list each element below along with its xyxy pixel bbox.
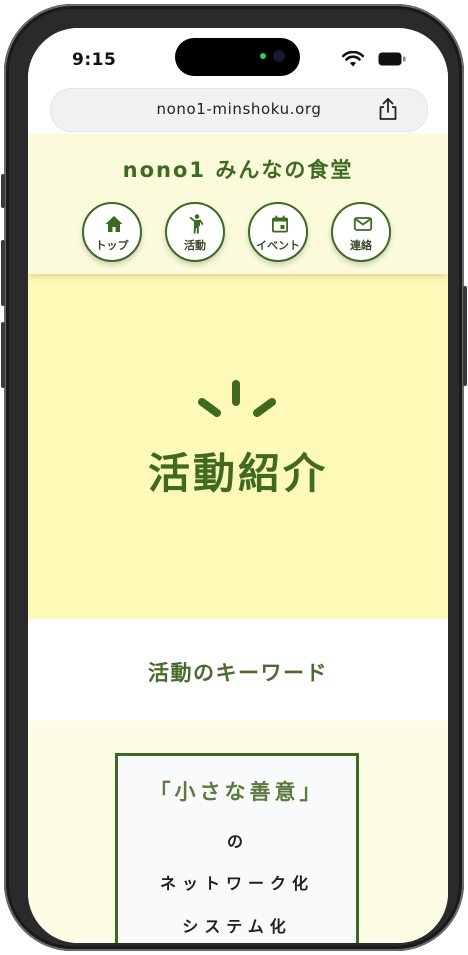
nav-label-top: トップ — [95, 239, 129, 252]
keyword-line: の — [226, 832, 247, 851]
front-camera — [273, 50, 285, 62]
person-walking-icon — [189, 214, 204, 234]
silent-switch — [1, 174, 5, 208]
phone-frame: 9:15 nono1-minshoku.org nono1 みんなの食堂 トップ… — [1, 4, 467, 951]
calendar-icon — [272, 215, 288, 233]
browser-address-bar[interactable]: nono1-minshoku.org — [50, 88, 428, 132]
phone-screen: 9:15 nono1-minshoku.org nono1 みんなの食堂 トップ… — [28, 28, 448, 943]
nav-label-contact: 連絡 — [350, 239, 372, 252]
keywords-content: 「小さな善意」 の ネットワーク化 システム化 — [28, 721, 448, 943]
mail-icon — [353, 217, 373, 231]
url-text[interactable]: nono1-minshoku.org — [51, 100, 427, 118]
site-header: nono1 みんなの食堂 トップ 活動 イベント 連絡 — [28, 134, 448, 274]
hero-section: 活動紹介 — [28, 274, 448, 619]
camera-indicator-dot — [260, 53, 266, 59]
nav-item-top[interactable]: トップ — [82, 202, 142, 262]
site-title[interactable]: nono1 みんなの食堂 — [28, 154, 448, 184]
page-title: 活動紹介 — [147, 449, 328, 498]
power-button — [463, 286, 467, 386]
nav-item-events[interactable]: イベント — [248, 202, 308, 262]
section-title: 活動のキーワード — [148, 661, 328, 685]
nav-label-events: イベント — [256, 239, 300, 252]
dynamic-island — [175, 38, 300, 76]
keyword-line: システム化 — [182, 917, 292, 936]
share-icon[interactable] — [377, 97, 399, 121]
battery-icon — [378, 52, 406, 66]
main-navigation: トップ 活動 イベント 連絡 — [82, 202, 394, 266]
home-icon — [105, 216, 123, 232]
nav-item-activities[interactable]: 活動 — [165, 202, 225, 262]
nav-item-contact[interactable]: 連絡 — [331, 202, 391, 262]
keyword-card: 「小さな善意」 の ネットワーク化 システム化 — [115, 753, 359, 943]
volume-down-button — [1, 322, 5, 388]
keywords-section-header: 活動のキーワード — [28, 619, 448, 721]
status-time: 9:15 — [72, 50, 117, 70]
keyword-headline: 「小さな善意」 — [149, 780, 325, 804]
sparkle-rays-icon — [198, 380, 276, 417]
volume-up-button — [1, 240, 5, 306]
keyword-line: ネットワーク化 — [159, 874, 314, 893]
nav-label-activities: 活動 — [184, 239, 206, 252]
status-bar: 9:15 — [28, 28, 448, 96]
wifi-icon — [342, 51, 364, 67]
